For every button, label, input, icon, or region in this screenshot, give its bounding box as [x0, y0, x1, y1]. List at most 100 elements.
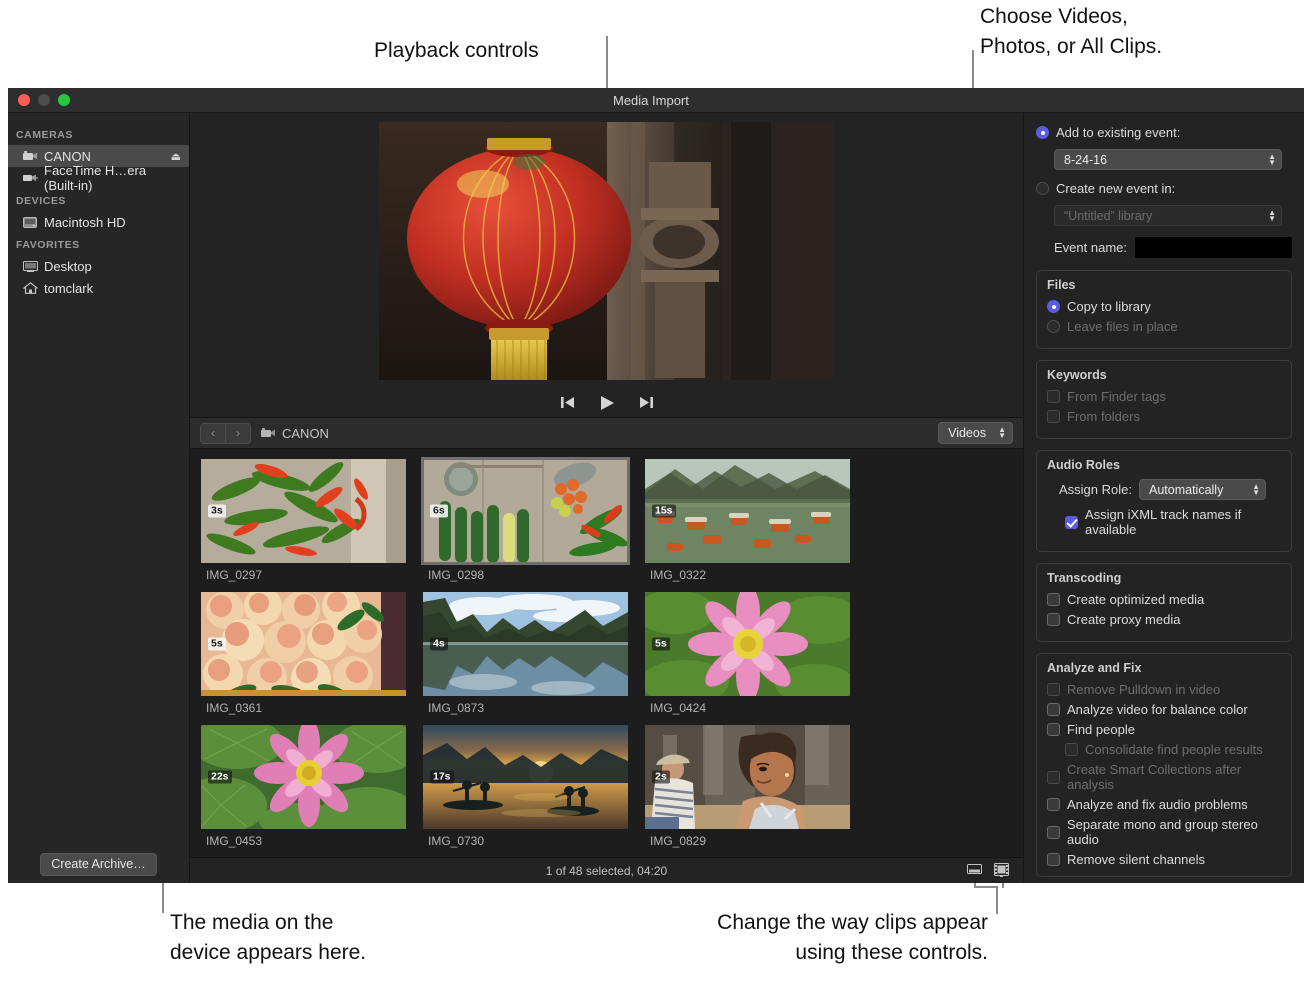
- analyze-balance-color-checkbox[interactable]: [1047, 703, 1060, 716]
- remove-silent-channels-row[interactable]: Remove silent channels: [1047, 852, 1281, 867]
- clip-name: IMG_0298: [423, 563, 628, 582]
- clip-cell[interactable]: 5s IMG_0424: [645, 592, 850, 715]
- path-device[interactable]: CANON: [261, 426, 329, 441]
- minimize-window-button[interactable]: [38, 94, 50, 106]
- zoom-window-button[interactable]: [58, 94, 70, 106]
- create-proxy-media-label: Create proxy media: [1067, 612, 1180, 627]
- analyze-balance-color-row[interactable]: Analyze video for balance color: [1047, 702, 1281, 717]
- clip-thumbnail-IMG_0298[interactable]: 6s: [423, 459, 628, 563]
- from-folders-row[interactable]: From folders: [1047, 409, 1281, 424]
- skip-to-end-icon[interactable]: [639, 396, 653, 409]
- close-window-button[interactable]: [18, 94, 30, 106]
- clip-type-filter-dropdown[interactable]: Videos ▲▼: [938, 422, 1013, 444]
- sidebar-item-macintosh-hd[interactable]: Macintosh HD: [8, 211, 189, 233]
- chevron-updown-icon: ▲▼: [1252, 484, 1260, 496]
- sidebar-item-facetime[interactable]: FaceTime H…era (Built-in): [8, 167, 189, 189]
- clip-cell[interactable]: 2s IMG_0829: [645, 725, 850, 848]
- sidebar-item-tomclark[interactable]: tomclark: [8, 277, 189, 299]
- analyze-fix-audio-row[interactable]: Analyze and fix audio problems: [1047, 797, 1281, 812]
- create-optimized-media-checkbox[interactable]: [1047, 593, 1060, 606]
- clip-thumbnail-IMG_0829[interactable]: 2s: [645, 725, 850, 829]
- analyze-and-fix-group-title: Analyze and Fix: [1047, 661, 1281, 675]
- clip-cell[interactable]: 22s IMG_0453: [201, 725, 406, 848]
- clip-duration-badge: 2s: [652, 771, 670, 784]
- window-body: CAMERAS CANON ⏏ FaceTime H…era (Built-in…: [8, 113, 1304, 883]
- clip-thumbnail-IMG_0361[interactable]: 5s: [201, 592, 406, 696]
- sidebar-header-favorites: FAVORITES: [8, 233, 189, 255]
- create-new-event-radio[interactable]: [1036, 182, 1049, 195]
- clip-cell[interactable]: 5s IMG_0361: [201, 592, 406, 715]
- clip-cell[interactable]: 4s IMG_0873: [423, 592, 628, 715]
- leader-change-clip-view-h: [974, 886, 998, 888]
- nav-forward-button[interactable]: ›: [225, 424, 250, 443]
- clip-thumbnail-IMG_0873[interactable]: 4s: [423, 592, 628, 696]
- sidebar-item-label: tomclark: [44, 281, 93, 296]
- window-title: Media Import: [613, 93, 689, 108]
- clip-duration-badge: 22s: [208, 771, 232, 784]
- library-dropdown[interactable]: “Untitled” library ▲▼: [1054, 205, 1282, 226]
- find-people-checkbox[interactable]: [1047, 723, 1060, 736]
- preview-pane: [190, 113, 1023, 388]
- nav-back-forward[interactable]: ‹ ›: [200, 423, 251, 444]
- clip-thumbnail-IMG_0424[interactable]: 5s: [645, 592, 850, 696]
- add-to-existing-event-radio-row[interactable]: Add to existing event:: [1036, 125, 1292, 140]
- assign-role-label: Assign Role:: [1059, 482, 1132, 497]
- leave-files-in-place-row[interactable]: Leave files in place: [1047, 319, 1281, 334]
- create-proxy-media-checkbox[interactable]: [1047, 613, 1060, 626]
- analyze-fix-audio-checkbox[interactable]: [1047, 798, 1060, 811]
- from-folders-checkbox[interactable]: [1047, 410, 1060, 423]
- separate-mono-stereo-label: Separate mono and group stereo audio: [1067, 817, 1281, 847]
- from-finder-tags-checkbox[interactable]: [1047, 390, 1060, 403]
- clip-thumbnail-IMG_0297[interactable]: 3s: [201, 459, 406, 563]
- assign-ixml-row[interactable]: Assign iXML track names if available: [1065, 507, 1281, 537]
- copy-to-library-radio[interactable]: [1047, 300, 1060, 313]
- create-optimized-media-row[interactable]: Create optimized media: [1047, 592, 1281, 607]
- clip-cell[interactable]: 3s IMG_0297: [201, 459, 406, 582]
- from-finder-tags-row[interactable]: From Finder tags: [1047, 389, 1281, 404]
- leave-files-in-place-label: Leave files in place: [1067, 319, 1178, 334]
- devices-sidebar: CAMERAS CANON ⏏ FaceTime H…era (Built-in…: [8, 113, 190, 883]
- hard-disk-icon: [22, 216, 38, 229]
- leave-files-in-place-radio[interactable]: [1047, 320, 1060, 333]
- find-people-row[interactable]: Find people: [1047, 722, 1281, 737]
- clip-cell[interactable]: 6s IMG_0298: [423, 459, 628, 582]
- selection-status-text: 1 of 48 selected, 04:20: [190, 864, 1023, 878]
- eject-icon[interactable]: ⏏: [171, 150, 181, 163]
- remove-pulldown-row[interactable]: Remove Pulldown in video: [1047, 682, 1281, 697]
- play-icon[interactable]: [599, 395, 615, 411]
- create-smart-collections-checkbox[interactable]: [1047, 771, 1060, 784]
- remove-silent-channels-checkbox[interactable]: [1047, 853, 1060, 866]
- traffic-lights: [8, 94, 70, 106]
- separate-mono-stereo-checkbox[interactable]: [1047, 826, 1060, 839]
- create-proxy-media-row[interactable]: Create proxy media: [1047, 612, 1281, 627]
- skip-to-start-icon[interactable]: [561, 396, 575, 409]
- clip-thumbnail-IMG_0322[interactable]: 15s: [645, 459, 850, 563]
- clip-cell[interactable]: 15s IMG_0322: [645, 459, 850, 582]
- consolidate-find-people-row[interactable]: Consolidate find people results: [1065, 742, 1281, 757]
- copy-to-library-row[interactable]: Copy to library: [1047, 299, 1281, 314]
- remove-silent-channels-label: Remove silent channels: [1067, 852, 1205, 867]
- remove-pulldown-checkbox[interactable]: [1047, 683, 1060, 696]
- create-archive-button[interactable]: Create Archive…: [40, 853, 156, 876]
- existing-event-dropdown[interactable]: 8-24-16 ▲▼: [1054, 149, 1282, 170]
- path-toolbar: ‹ › CANON Videos ▲▼: [190, 418, 1023, 449]
- sidebar-header-cameras: CAMERAS: [8, 123, 189, 145]
- nav-back-button[interactable]: ‹: [201, 424, 225, 443]
- home-icon: [22, 282, 38, 295]
- callout-media-appears-here: The media on the device appears here.: [170, 908, 366, 968]
- sidebar-item-desktop[interactable]: Desktop: [8, 255, 189, 277]
- assign-ixml-checkbox[interactable]: [1065, 516, 1078, 529]
- create-smart-collections-row[interactable]: Create Smart Collections after analysis: [1047, 762, 1281, 792]
- create-new-event-radio-row[interactable]: Create new event in:: [1036, 181, 1292, 196]
- event-name-field[interactable]: [1135, 237, 1292, 258]
- assign-role-dropdown[interactable]: Automatically ▲▼: [1139, 479, 1266, 500]
- clip-thumbnail-IMG_0453[interactable]: 22s: [201, 725, 406, 829]
- add-to-existing-event-label: Add to existing event:: [1056, 125, 1180, 140]
- clip-thumbnail-IMG_0730[interactable]: 17s: [423, 725, 628, 829]
- path-device-label: CANON: [282, 426, 329, 441]
- add-to-existing-event-radio[interactable]: [1036, 126, 1049, 139]
- assign-role-value: Automatically: [1149, 483, 1223, 497]
- clip-cell[interactable]: 17s IMG_0730: [423, 725, 628, 848]
- consolidate-find-people-checkbox[interactable]: [1065, 743, 1078, 756]
- separate-mono-stereo-row[interactable]: Separate mono and group stereo audio: [1047, 817, 1281, 847]
